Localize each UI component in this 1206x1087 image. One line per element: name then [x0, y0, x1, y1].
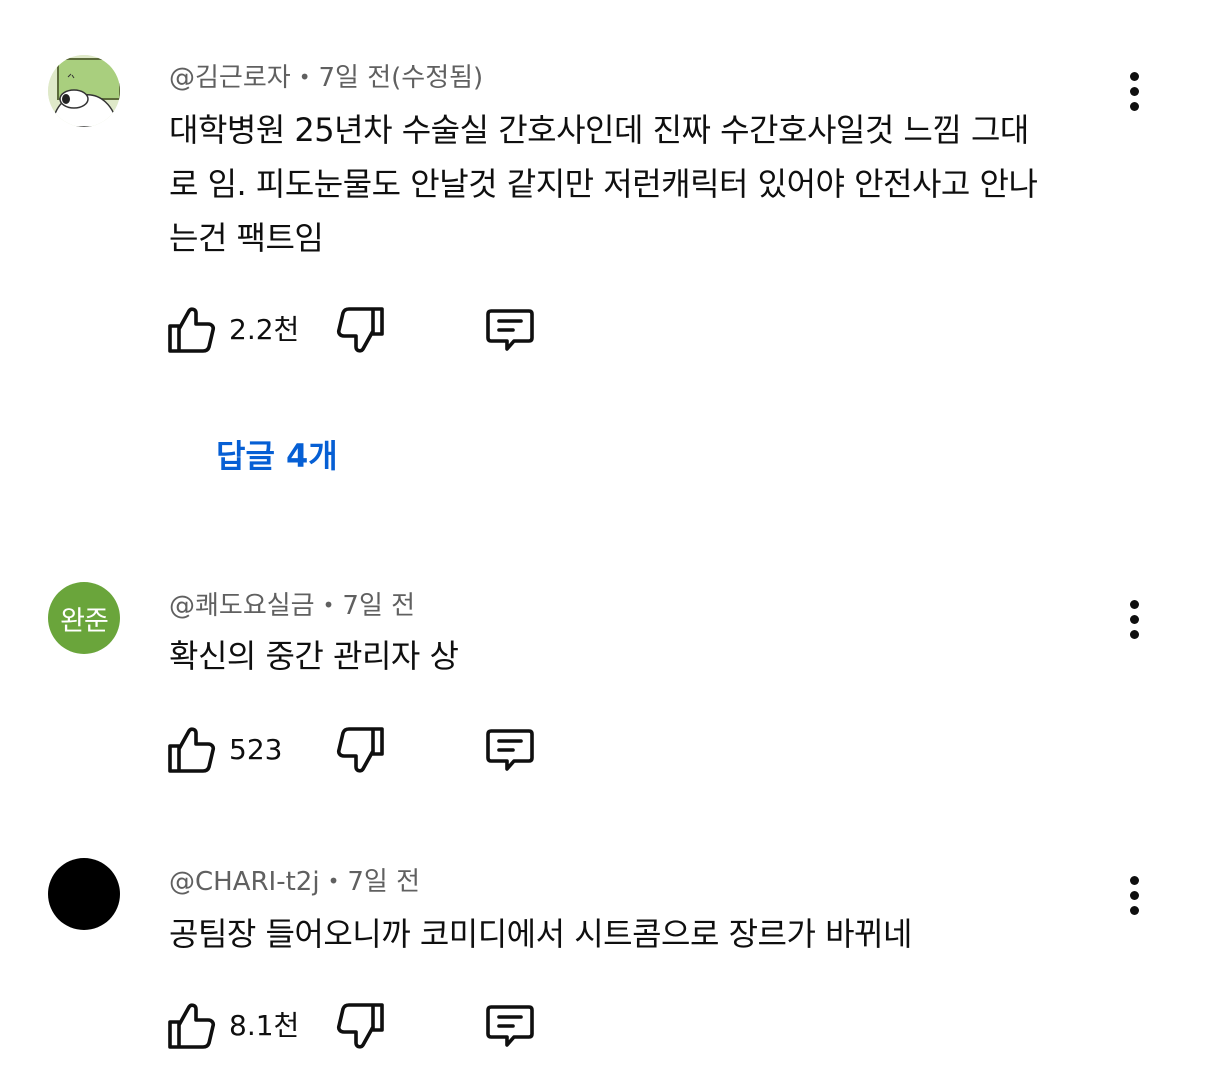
like-count: 2.2천 [229, 313, 300, 346]
comment-author[interactable]: @CHARI-t2j [169, 867, 320, 897]
comment-text: 대학병원 25년차 수술실 간호사인데 진짜 수간호사일것 느낌 그대 로 임.… [169, 103, 1119, 265]
reply-button[interactable] [482, 302, 538, 358]
more-options-button[interactable] [1114, 870, 1154, 920]
comment-text-line: 로 임. 피도눈물도 안날것 같지만 저런캐릭터 있어야 안전사고 안나 [169, 165, 1038, 203]
thumbs-up-icon [168, 727, 216, 773]
view-replies-link[interactable]: 답글 4개 [216, 432, 338, 480]
avatar[interactable] [48, 55, 120, 127]
reply-comment-icon [486, 309, 534, 351]
comment-author[interactable]: @김근로자 [169, 63, 291, 93]
comment-meta: @김근로자 • 7일 전(수정됨) [169, 60, 483, 95]
more-options-button[interactable] [1114, 66, 1154, 116]
reply-button[interactable] [482, 998, 538, 1054]
cartoon-character-avatar-icon [48, 55, 120, 127]
like-button[interactable] [164, 722, 220, 778]
like-button[interactable] [164, 998, 220, 1054]
comment-actions: 523 [164, 722, 564, 778]
reply-comment-icon [486, 729, 534, 771]
avatar[interactable]: 완준 [48, 582, 120, 654]
comment-time: 7일 전(수정됨) [318, 63, 484, 93]
thumbs-down-icon [336, 307, 384, 353]
comment-text-line: 대학병원 25년차 수술실 간호사인데 진짜 수간호사일것 느낌 그대 [169, 111, 1029, 149]
meta-separator: • [298, 65, 311, 89]
reply-comment-icon [486, 1005, 534, 1047]
more-vertical-icon [1129, 599, 1139, 609]
thumbs-down-icon [336, 727, 384, 773]
comment-text-line: 확신의 중간 관리자 상 [169, 637, 459, 675]
like-count: 8.1천 [229, 1009, 300, 1042]
reply-button[interactable] [482, 722, 538, 778]
thumbs-down-icon [336, 1003, 384, 1049]
dislike-button[interactable] [332, 722, 388, 778]
comment-meta: @CHARI-t2j • 7일 전 [169, 864, 420, 899]
comment-actions: 2.2천 [164, 302, 564, 358]
like-button[interactable] [164, 302, 220, 358]
comment-text-line: 는건 팩트임 [169, 219, 324, 257]
dislike-button[interactable] [332, 998, 388, 1054]
dislike-button[interactable] [332, 302, 388, 358]
comment-meta: @쾌도요실금 • 7일 전 [169, 588, 415, 623]
thumbs-up-icon [168, 307, 216, 353]
avatar[interactable] [48, 858, 120, 930]
thumbs-up-icon [168, 1003, 216, 1049]
comment-text-line: 공팀장 들어오니까 코미디에서 시트콤으로 장르가 바뀌네 [169, 915, 912, 953]
like-count: 523 [229, 733, 283, 766]
meta-separator: • [322, 593, 335, 617]
avatar-initials: 완준 [60, 605, 109, 637]
more-options-button[interactable] [1114, 594, 1154, 644]
comment-text: 확신의 중간 관리자 상 [169, 629, 1119, 683]
comment-author[interactable]: @쾌도요실금 [169, 591, 315, 621]
comment-time: 7일 전 [342, 591, 416, 621]
meta-separator: • [327, 869, 340, 893]
more-vertical-icon [1129, 71, 1139, 81]
more-vertical-icon [1129, 875, 1139, 885]
comment-text: 공팀장 들어오니까 코미디에서 시트콤으로 장르가 바뀌네 [169, 907, 1119, 961]
comment-actions: 8.1천 [164, 998, 564, 1054]
comment-time: 7일 전 [347, 867, 421, 897]
